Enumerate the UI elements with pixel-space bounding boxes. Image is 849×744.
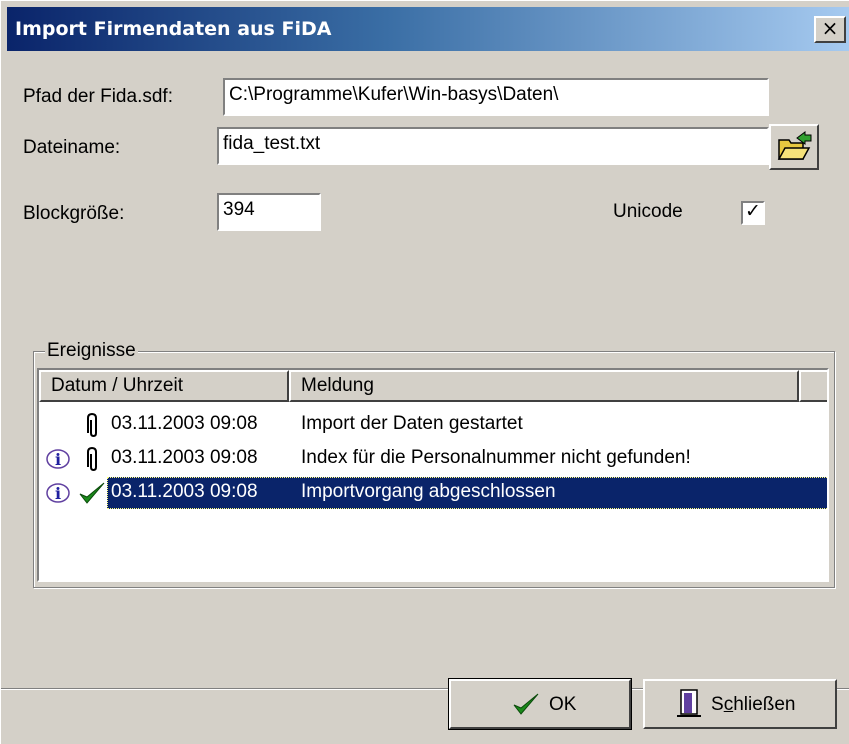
column-header-datetime[interactable]: Datum / Uhrzeit <box>39 370 289 402</box>
window-title: Import Firmendaten aus FiDA <box>15 18 332 40</box>
ok-button-label: OK <box>549 694 577 715</box>
events-group-title: Ereignisse <box>45 340 138 362</box>
checkbox-check-icon: ✓ <box>745 200 761 222</box>
exit-door-icon <box>677 689 701 717</box>
event-message: Import der Daten gestartet <box>301 413 523 434</box>
blocksize-label: Blockgröße: <box>23 203 125 224</box>
browse-folder-button[interactable] <box>769 124 819 170</box>
blocksize-input[interactable]: 394 <box>216 192 322 232</box>
event-message: Index für die Personalnummer nicht gefun… <box>301 447 691 468</box>
svg-text:i: i <box>55 450 61 469</box>
column-header-message[interactable]: Meldung <box>289 370 799 402</box>
checkmark-icon <box>513 693 539 715</box>
info-icon: i <box>46 449 70 469</box>
open-folder-icon <box>777 131 812 160</box>
unicode-checkbox[interactable]: ✓ <box>741 200 765 225</box>
checkmark-icon <box>79 482 105 504</box>
event-date: 03.11.2003 09:08 <box>111 447 258 468</box>
close-dialog-button-label: Schließen <box>711 694 796 715</box>
paperclip-icon <box>87 446 97 472</box>
close-dialog-button[interactable]: Schließen <box>643 679 837 729</box>
event-date: 03.11.2003 09:08 <box>111 481 258 502</box>
ok-button[interactable]: OK <box>448 678 632 730</box>
close-window-button[interactable]: × <box>814 16 846 43</box>
filename-label: Dateiname: <box>23 137 121 158</box>
event-row[interactable]: 03.11.2003 09:08 Import der Daten gestar… <box>39 408 827 442</box>
title-bar[interactable]: Import Firmendaten aus FiDA × <box>7 7 849 51</box>
event-row-selected[interactable]: i 03.11.2003 09:08 Importvorgang abgesch… <box>39 476 827 510</box>
path-label: Pfad der Fida.sdf: <box>23 86 173 107</box>
dialog-window: Import Firmendaten aus FiDA × Pfad der F… <box>0 0 849 744</box>
event-date: 03.11.2003 09:08 <box>111 413 258 434</box>
info-icon: i <box>46 483 70 503</box>
event-message: Importvorgang abgeschlossen <box>301 481 556 502</box>
svg-text:i: i <box>55 484 61 503</box>
path-input[interactable]: C:\Programme\Kufer\Win-basys\Daten\ <box>222 77 770 117</box>
filename-input[interactable]: fida_test.txt <box>216 126 770 166</box>
paperclip-icon <box>87 412 97 438</box>
column-header-filler <box>799 370 827 402</box>
event-row[interactable]: i 03.11.2003 09:08 Index für die Persona… <box>39 442 827 476</box>
events-list[interactable]: Datum / Uhrzeit Meldung 03.11.2003 09:08… <box>37 368 829 582</box>
unicode-label: Unicode <box>613 201 683 222</box>
